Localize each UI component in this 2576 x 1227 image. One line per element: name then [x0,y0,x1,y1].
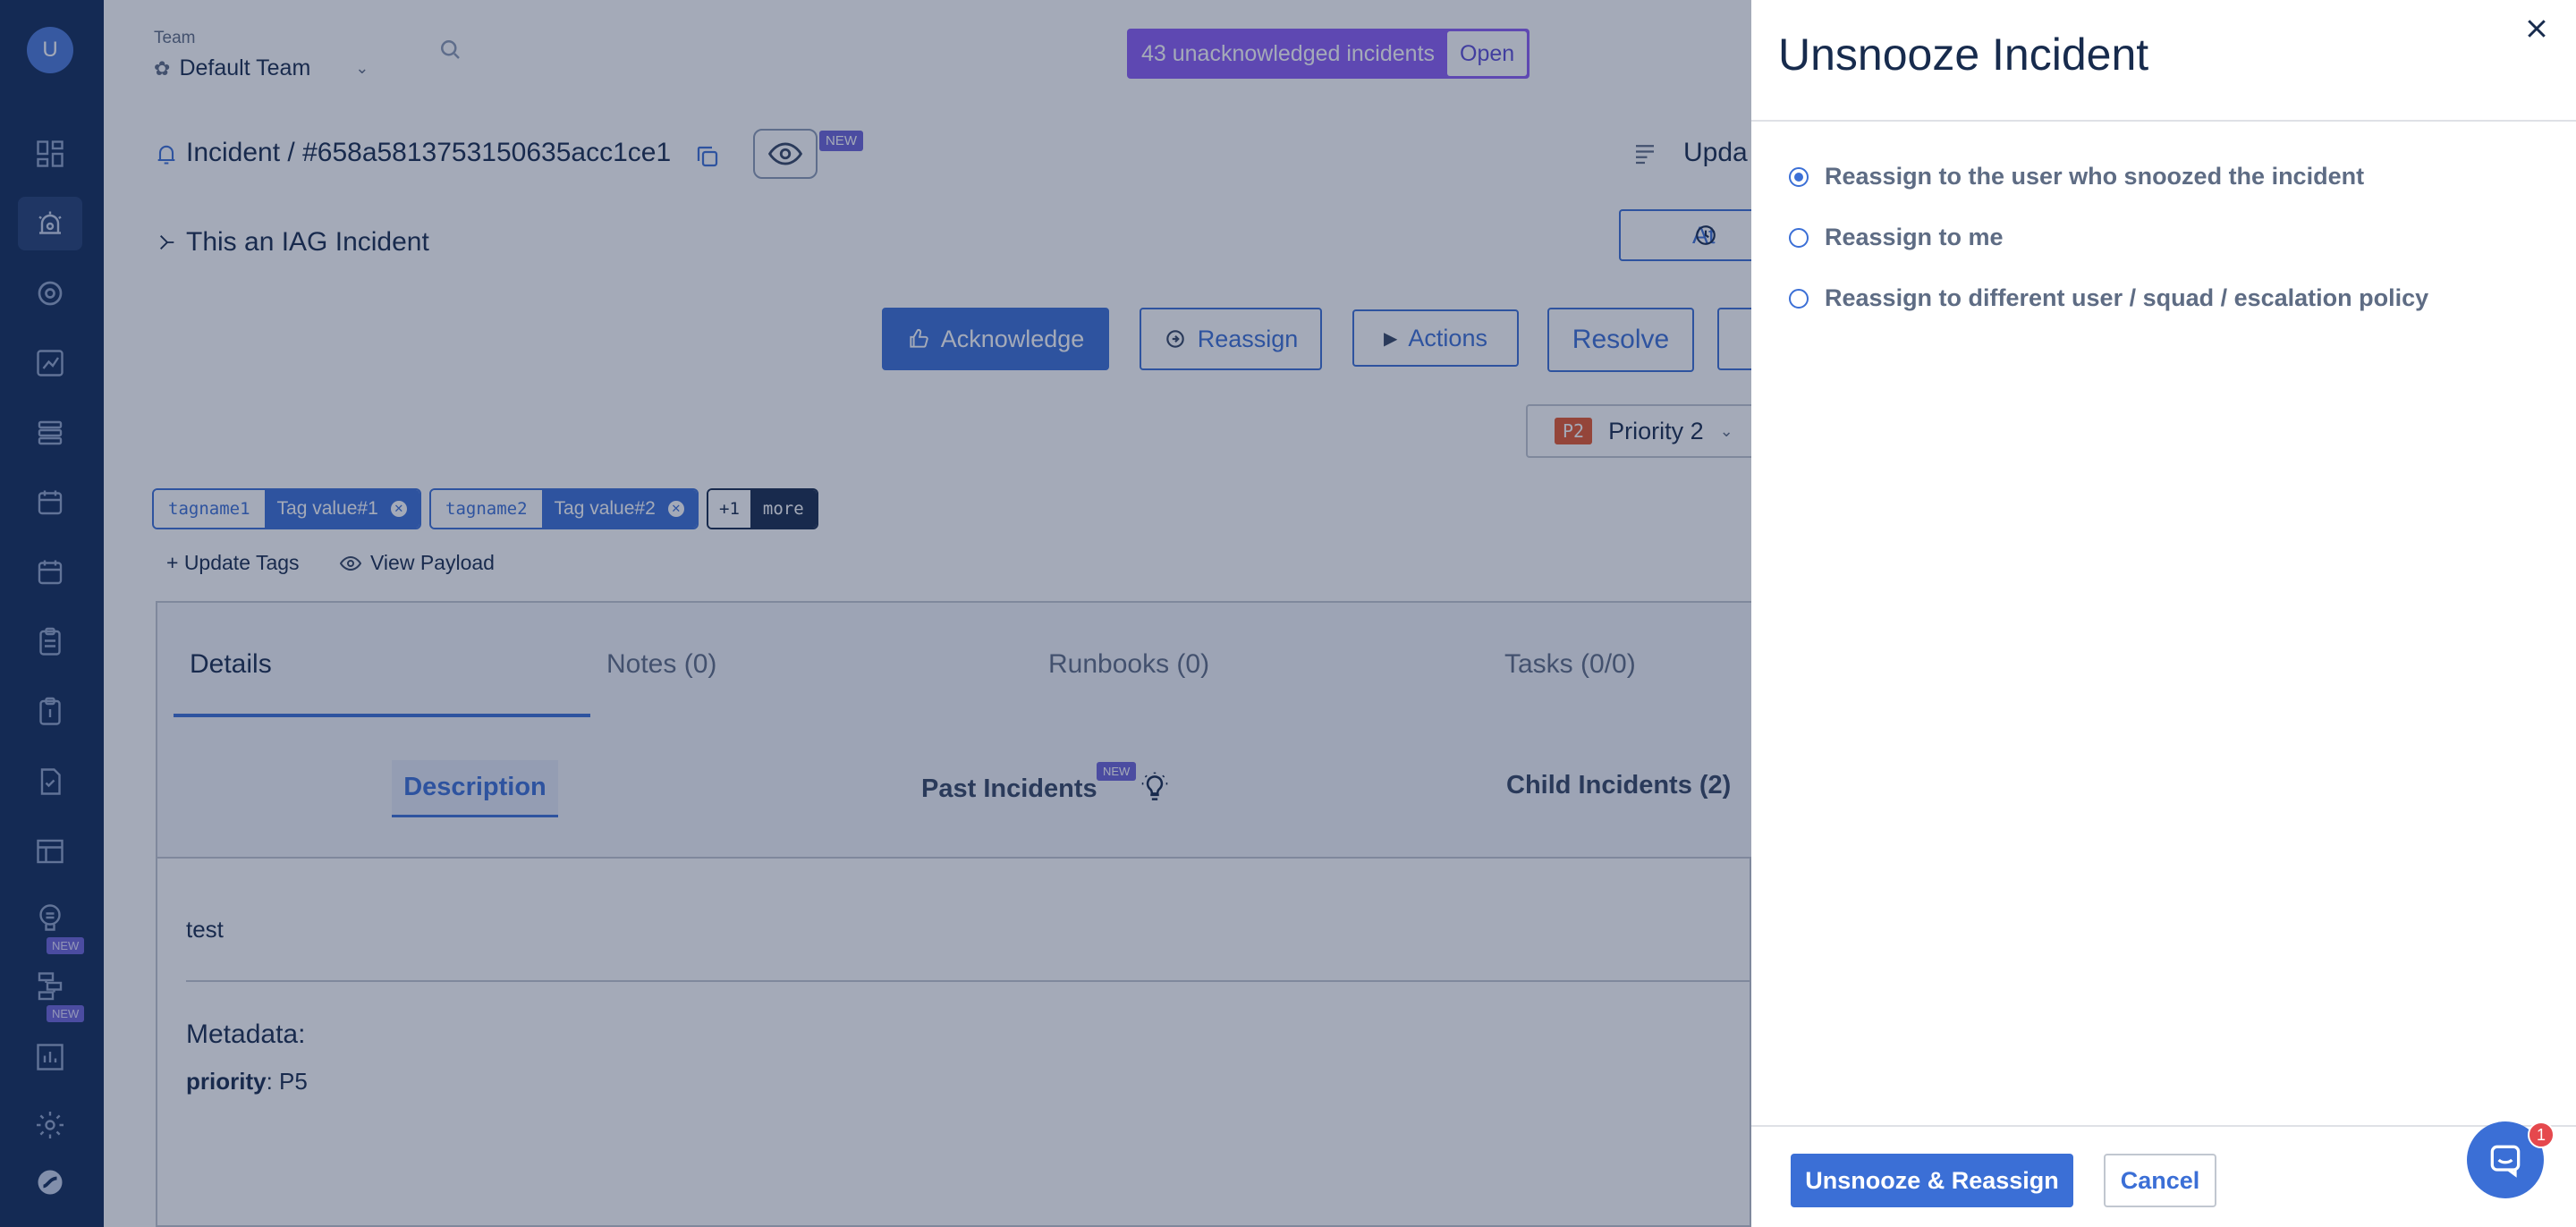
radio-unselected[interactable] [1789,288,1809,309]
radio-unselected[interactable] [1789,227,1809,248]
modal-backdrop[interactable] [0,0,1751,1227]
option-reassign-other[interactable]: Reassign to different user / squad / esc… [1789,284,2428,312]
close-button[interactable] [2521,13,2553,45]
chat-unread-badge: 1 [2528,1121,2555,1148]
option-label: Reassign to different user / squad / esc… [1825,284,2429,311]
option-reassign-snoozer[interactable]: Reassign to the user who snoozed the inc… [1789,163,2364,190]
cancel-button[interactable]: Cancel [2104,1154,2216,1207]
chat-icon [2490,1145,2521,1178]
close-icon [2528,20,2546,38]
drawer-title: Unsnooze Incident [1778,30,2149,80]
unsnooze-reassign-button[interactable]: Unsnooze & Reassign [1791,1154,2073,1207]
drawer-header-divider [1751,120,2576,122]
option-label: Reassign to the user who snoozed the inc… [1825,163,2365,190]
radio-selected[interactable] [1789,166,1809,187]
option-reassign-me[interactable]: Reassign to me [1789,224,2004,251]
drawer-footer-divider [1751,1125,2576,1127]
option-label: Reassign to me [1825,224,2004,250]
